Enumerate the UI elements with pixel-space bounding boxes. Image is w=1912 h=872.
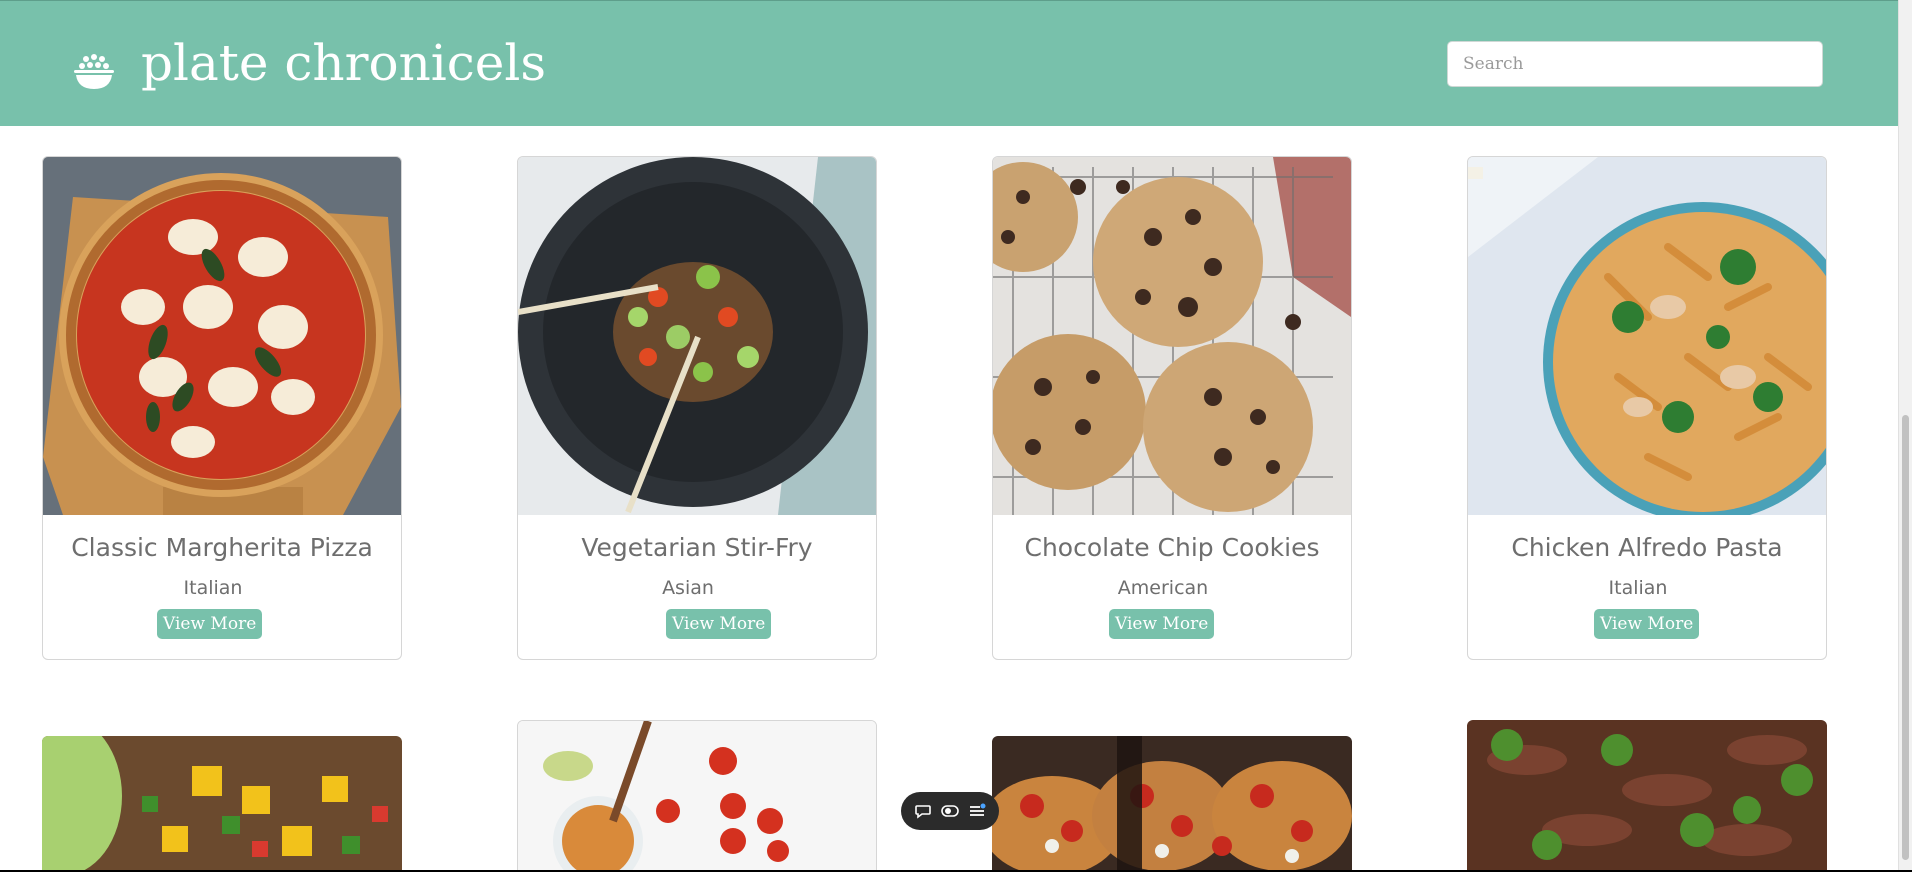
alfredo-pasta-photo[interactable] — [1468, 157, 1826, 515]
recipe-cuisine: Italian — [183, 577, 243, 599]
beef-broccoli-photo[interactable] — [1467, 720, 1827, 872]
recipe-card: Chocolate Chip Cookies American View Mor… — [992, 156, 1352, 660]
recipe-card: Classic Margherita Pizza Italian View Mo… — [42, 156, 402, 660]
recipe-card — [517, 720, 877, 872]
toggle-icon[interactable] — [940, 801, 960, 821]
margherita-pizza-photo[interactable] — [43, 157, 401, 515]
view-more-button[interactable]: View More — [666, 609, 772, 639]
recipe-title: Chocolate Chip Cookies — [1024, 533, 1320, 562]
recipe-card — [42, 736, 402, 872]
site-header: plate chronicels — [0, 0, 1899, 126]
scrollbar-thumb[interactable] — [1902, 415, 1909, 860]
recipe-card — [992, 736, 1352, 872]
sauce-jar-tomatoes-photo[interactable] — [518, 721, 876, 872]
recipe-cuisine: American — [1117, 577, 1209, 599]
list-icon[interactable] — [967, 801, 987, 821]
bruschetta-photo[interactable] — [992, 736, 1352, 872]
view-more-button[interactable]: View More — [1594, 609, 1700, 639]
comment-icon[interactable] — [913, 801, 933, 821]
view-more-button[interactable]: View More — [1109, 609, 1215, 639]
recipe-cuisine: Asian — [662, 577, 714, 599]
site-title[interactable]: plate chronicels — [141, 31, 546, 95]
rice-bowl-icon[interactable] — [72, 51, 116, 91]
recipe-card: Vegetarian Stir-Fry Asian View More — [517, 156, 877, 660]
recipe-cuisine: Italian — [1608, 577, 1668, 599]
recipe-title: Classic Margherita Pizza — [71, 533, 373, 562]
recipe-title: Vegetarian Stir-Fry — [581, 533, 813, 562]
mango-salsa-photo[interactable] — [42, 736, 402, 872]
recipe-title: Chicken Alfredo Pasta — [1511, 533, 1783, 562]
page-scrollbar[interactable] — [1898, 0, 1912, 872]
stir-fry-bowl-photo[interactable] — [518, 157, 876, 515]
search-input[interactable] — [1447, 41, 1823, 87]
view-more-button[interactable]: View More — [157, 609, 263, 639]
recipe-card — [1467, 720, 1827, 872]
recipe-card: Chicken Alfredo Pasta Italian View More — [1467, 156, 1827, 660]
cookies-rack-photo[interactable] — [993, 157, 1351, 515]
floating-toolbar — [901, 792, 999, 830]
